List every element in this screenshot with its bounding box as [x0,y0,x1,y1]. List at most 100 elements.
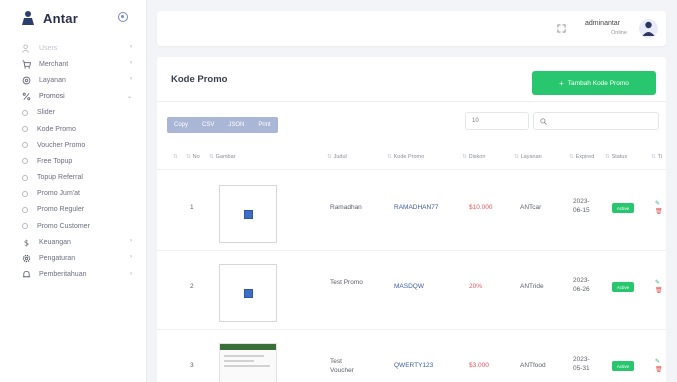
circle-bullet-icon [22,142,28,149]
sidebar-item-pengaturan[interactable]: Pengaturan › [0,250,146,266]
image-header-bar [220,344,276,350]
sidebar-item-label: Kode Promo [37,125,76,133]
col-kode-promo[interactable]: ⇅ Kode Promo [387,154,424,160]
promo-expired: 2023-06-15 [573,198,590,214]
avatar[interactable] [639,19,658,38]
add-promo-code-button[interactable]: + Tambah Kode Promo [532,71,656,95]
sidebar-item-label: Keuangan [39,238,71,246]
col-no[interactable]: ⇅ No [186,154,200,160]
promo-service: ANTcar [520,204,542,211]
bell-icon [21,270,31,280]
sidebar-item-promo-customer[interactable]: Promo Customer [0,218,146,234]
sidebar-item-promo-jum-at[interactable]: Promo Jum'at [0,186,146,202]
csv-button[interactable]: CSV [195,117,221,133]
chevron-right-icon: › [130,238,132,245]
delete-icon[interactable]: 🗑 [655,208,663,215]
search-input[interactable] [551,118,651,124]
promo-image[interactable] [219,264,277,322]
image-line [224,365,270,367]
page-length-select[interactable]: 10 [465,112,529,130]
chevron-down-icon: ⌄ [126,93,132,100]
sidebar-item-label: Slider [37,109,55,117]
sidebar-item-users[interactable]: Users › [0,40,146,56]
col-checkbox[interactable]: ⇅ [173,154,180,160]
image-placeholder-icon [244,210,253,219]
divider [157,101,666,102]
divider [157,329,666,330]
gear-icon [21,254,31,264]
chevron-right-icon: › [130,44,132,50]
sidebar-item-promo-reguler[interactable]: Promo Reguler [0,202,146,218]
col-judul[interactable]: ⇅ Judul [327,154,347,160]
sidebar-item-keuangan[interactable]: $ Keuangan › [0,234,146,250]
fullscreen-icon[interactable] [557,24,566,33]
page-title: Kode Promo [171,74,228,85]
print-button[interactable]: Print [251,117,277,133]
promo-discount: $10.000 [469,204,493,211]
delete-icon[interactable]: 🗑 [655,366,663,373]
chevron-right-icon: › [130,76,132,83]
sidebar-item-free-topup[interactable]: Free Topup [0,153,146,169]
sidebar-item-label: Promo Reguler [37,206,85,214]
copy-button[interactable]: Copy [167,117,195,133]
col-gambar[interactable]: ⇅ Gambar [209,154,235,160]
image-line [224,360,254,362]
user-status: Online [611,30,627,36]
col-status[interactable]: ⇅ Status [605,154,627,160]
sidebar-item-label: Pemberitahuan [39,271,87,279]
promo-title: Test Promo [330,279,363,286]
sidebar-item-layanan[interactable]: Layanan › [0,72,146,88]
promo-code-card: Kode Promo + Tambah Kode Promo Copy CSV … [157,57,666,382]
divider [157,169,666,170]
promo-title: Test Voucher [330,358,354,374]
sidebar-menu: Users › Merchant › Layanan › Promosi ⌄ Slider Kod… [0,40,146,283]
edit-icon[interactable]: ✎ [655,358,660,365]
row-number: 3 [190,362,194,369]
plus-icon: + [559,78,564,88]
sidebar-item-kode-promo[interactable]: Kode Promo [0,121,146,137]
add-promo-code-label: Tambah Kode Promo [567,79,629,87]
json-button[interactable]: JSON [221,117,251,133]
col-layanan[interactable]: ⇅ Layanan [514,154,542,160]
sidebar-item-slider[interactable]: Slider [0,105,146,121]
sidebar-item-merchant[interactable]: Merchant › [0,56,146,72]
promo-code[interactable]: QWERTY123 [394,361,433,370]
row-number: 2 [190,283,194,290]
search-box[interactable] [533,112,659,130]
edit-icon[interactable]: ✎ [655,279,660,286]
svg-text:$: $ [23,238,28,247]
percent-icon [21,92,31,102]
sidebar-item-label: Pengaturan [39,255,76,263]
promo-code[interactable]: RAMADHAN77 [394,203,438,212]
promo-image[interactable] [219,343,277,382]
cart-icon [21,59,31,69]
service-icon [21,75,31,85]
sidebar-item-pemberitahuan[interactable]: Pemberitahuan › [0,267,146,283]
chevron-right-icon: › [130,254,132,261]
promo-service: ANTride [520,283,544,290]
sidebar-item-voucher-promo[interactable]: Voucher Promo [0,137,146,153]
circle-bullet-icon [22,126,28,133]
sidebar-item-label: Promo Customer [37,222,90,230]
promo-image[interactable] [219,185,277,243]
sidebar-item-topup-referral[interactable]: Topup Referral [0,170,146,186]
promo-code[interactable]: MASDQW [394,282,424,291]
promo-title: Ramadhan [330,204,362,211]
circle-bullet-icon [22,206,28,213]
promo-discount: $3.000 [469,362,489,369]
delete-icon[interactable]: 🗑 [655,287,663,294]
promo-expired: 2023-05-31 [573,356,590,372]
sidebar-toggle-icon[interactable] [118,12,128,22]
brand-name: Antar [43,10,78,26]
sidebar-item-promosi[interactable]: Promosi ⌄ [0,89,146,105]
edit-icon[interactable]: ✎ [655,200,660,207]
sidebar-item-label: Merchant [39,60,69,68]
col-expired[interactable]: ⇅ Expired [569,154,594,160]
status-badge: Active [612,361,634,371]
col-diskon[interactable]: ⇅ Diskon [462,154,485,160]
sidebar-item-label: Voucher Promo [37,141,86,149]
col-tindakan[interactable]: ⇅ Ti [651,154,662,160]
user-name[interactable]: adminantar [585,20,620,27]
avatar-person-icon [642,21,655,36]
status-badge: Active [612,282,634,292]
